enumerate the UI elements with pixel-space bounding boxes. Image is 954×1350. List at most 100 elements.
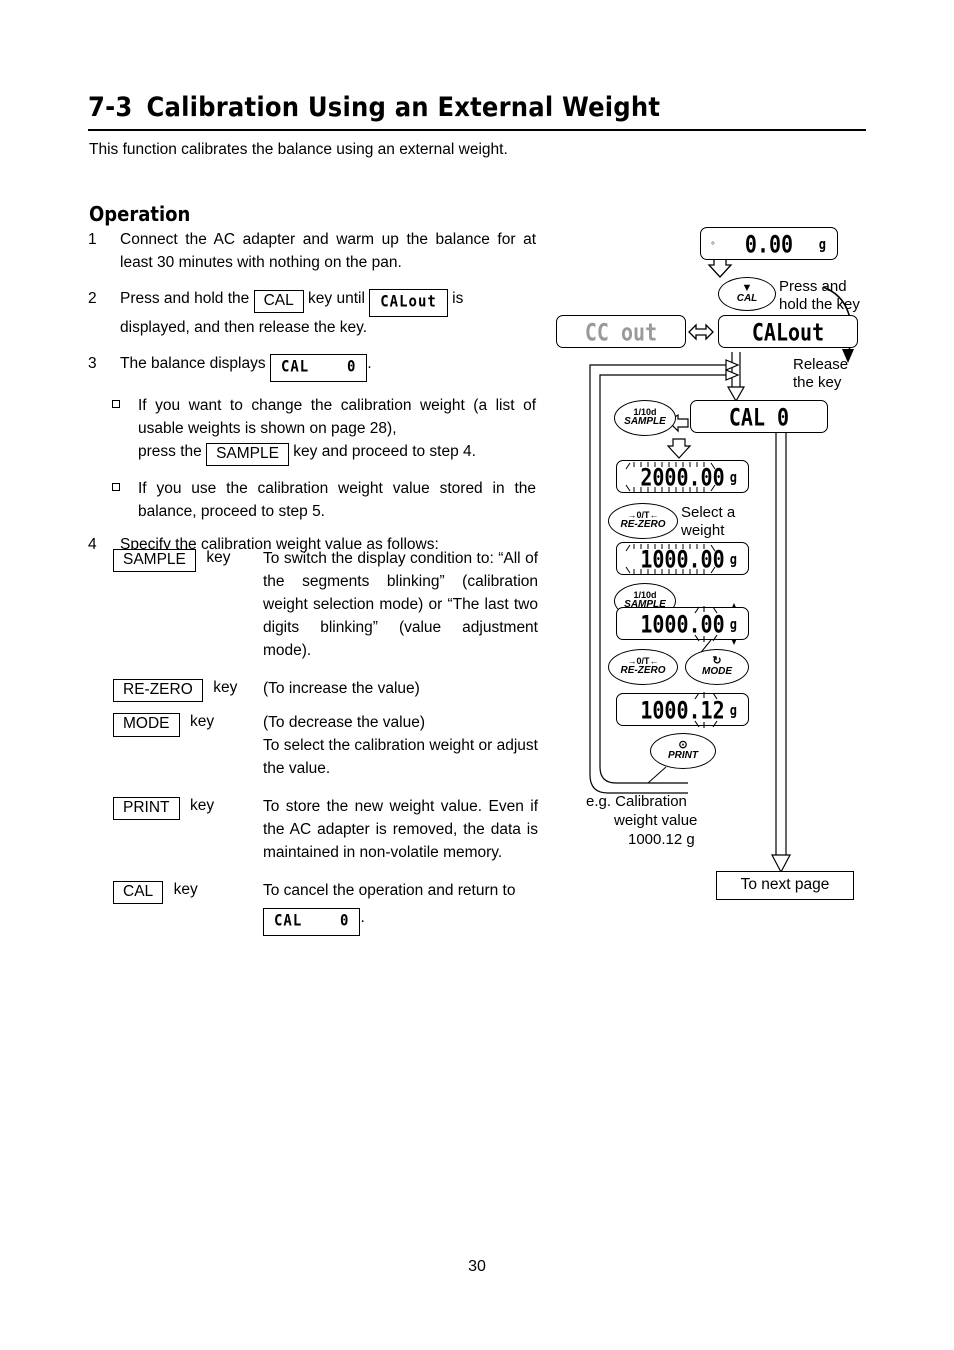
step-2-text-a: Press and hold the (120, 289, 250, 307)
diagram-key-cal-label: CAL (736, 293, 758, 305)
lcd-cal0-inline-2: CAL 0 (263, 907, 361, 936)
print-key[interactable]: PRINT (113, 796, 180, 821)
step-3-text-a: The balance displays (120, 354, 266, 372)
display-1000-last2-blink: 1000.00 g (616, 607, 749, 640)
calibration-flow-diagram: ◦ 0.00 g ▼ CAL Press and hold the key CC… (548, 215, 948, 915)
diagram-key-rezero-1[interactable]: →0/T← RE-ZERO (608, 503, 678, 539)
mode-key-desc2: To select the calibration weight or adju… (263, 737, 538, 778)
cal-key-suffix: key (173, 880, 198, 898)
step-1-number: 1 (88, 231, 97, 248)
diagram-key-sample-1-label: SAMPLE (624, 416, 666, 428)
diagram-caption: e.g. Calibration weight value 1000.12 g (586, 793, 786, 849)
caption-line-1: e.g. Calibration (586, 793, 687, 810)
display-2000: 2000.00 g (616, 460, 749, 493)
diagram-key-print[interactable]: ⊙ PRINT (650, 733, 716, 769)
display-1000-12: 1000.12 g (616, 693, 749, 726)
rezero-key-desc: (To increase the value) (263, 679, 420, 697)
note-press-hold: Press and hold the key (779, 278, 899, 315)
operation-steps: 1 Connect the AC adapter and warm up the… (88, 229, 536, 570)
step-2-text-d: displayed, and then release the key. (120, 318, 368, 336)
display-calout: CALout (718, 315, 858, 348)
diagram-key-mode[interactable]: ↻ MODE (685, 649, 749, 685)
display-cal-0-value: CAL 0 (728, 401, 790, 432)
step-2-text: Press and hold the CAL key until CALout … (120, 288, 536, 340)
display-cal-0: CAL 0 (690, 400, 828, 433)
display-calout-value: CALout (751, 316, 825, 347)
display-1000-all-unit: g (729, 550, 737, 567)
display-2000-unit: g (729, 468, 737, 485)
section-title: Calibration Using an External Weight (146, 92, 661, 123)
diagram-key-mode-label: MODE (702, 666, 732, 678)
key-row-mode: MODE key (To decrease the value) To sele… (113, 712, 538, 781)
diagram-key-rezero-2[interactable]: →0/T← RE-ZERO (608, 649, 678, 685)
manual-page: 7-3 Calibration Using an External Weight … (0, 0, 954, 1350)
caption-line-2: weight value (614, 811, 698, 829)
bullet-1-text-a: If you want to change the calibration we… (138, 396, 536, 437)
step-1: 1 Connect the AC adapter and warm up the… (88, 229, 536, 275)
display-1000-12-unit: g (729, 701, 737, 718)
mode-key-suffix: key (189, 713, 215, 731)
intro-paragraph: This function calibrates the balance usi… (89, 141, 508, 158)
display-1000-all-value: 1000.00 (640, 543, 725, 574)
step-2-text-c: is (452, 289, 464, 307)
key-row-cal: CAL key To cancel the operation and retu… (113, 880, 538, 936)
display-1000-all-blink: 1000.00 g (616, 542, 749, 575)
bullet-1-text-c: key and proceed to step 4. (293, 442, 476, 460)
sample-key-inline[interactable]: SAMPLE (206, 442, 289, 467)
sample-key[interactable]: SAMPLE (113, 549, 196, 573)
print-key-suffix: key (189, 796, 215, 814)
display-cc-out: CC out (556, 315, 686, 348)
cal-key-inline[interactable]: CAL (253, 289, 304, 314)
key-row-rezero: RE-ZERO key (To increase the value) (113, 678, 538, 703)
step-3-number: 3 (88, 354, 97, 372)
operation-heading: Operation (89, 202, 191, 226)
display-initial-value: 0.00 (744, 228, 794, 259)
step-2-text-b: key until (308, 289, 365, 307)
page-number: 30 (468, 1258, 486, 1275)
mode-key-desc: (To decrease the value) (263, 714, 425, 732)
display-initial-unit: g (818, 235, 826, 252)
mode-key[interactable]: MODE (113, 713, 180, 737)
print-key-desc: To store the new weight value. Even if t… (263, 797, 538, 861)
title-rule (88, 129, 866, 131)
rezero-key[interactable]: RE-ZERO (113, 678, 203, 703)
bullet-1-text-b: press the (138, 442, 202, 460)
bullet-1: If you want to change the calibration we… (88, 395, 536, 467)
cal-key[interactable]: CAL (113, 880, 164, 905)
note-press-hold-l1: Press and (779, 278, 847, 295)
diagram-key-sample-1[interactable]: 1/10d SAMPLE (614, 400, 676, 436)
bullet-square-icon (112, 478, 138, 524)
rezero-key-suffix: key (213, 678, 238, 696)
step-2: 2 Press and hold the CAL key until CALou… (88, 288, 536, 340)
diagram-key-rezero-2-label: RE-ZERO (620, 665, 666, 677)
step-3-period: . (367, 354, 372, 372)
step-3: 3 The balance displays CAL 0. (88, 353, 536, 382)
display-1000-12-value: 1000.12 (640, 694, 725, 725)
diagram-key-rezero-1-label: RE-ZERO (620, 519, 666, 531)
step-2-number: 2 (88, 289, 97, 307)
display-2000-value: 2000.00 (640, 461, 725, 492)
page-title: 7-3 Calibration Using an External Weight (88, 92, 868, 123)
lcd-calout-inline: CALout (369, 288, 448, 317)
bullet-2: If you use the calibration weight value … (88, 478, 536, 524)
bullet-2-text: If you use the calibration weight value … (138, 480, 536, 520)
note-release-l2: the key (793, 374, 842, 392)
note-select-l2: weight (681, 522, 725, 540)
key-description-table: SAMPLE key To switch the display conditi… (113, 548, 538, 951)
key-row-print: PRINT key To store the new weight value.… (113, 796, 538, 865)
caption-line-3: 1000.12 g (628, 830, 695, 848)
display-1000-last2-unit: g (729, 615, 737, 632)
note-release-key: Release the key (793, 356, 903, 393)
display-initial: ◦ 0.00 g (700, 227, 838, 260)
note-press-hold-l2: hold the key (779, 296, 860, 314)
display-cc-out-value: CC out (584, 316, 658, 347)
to-next-page-box[interactable]: To next page (716, 871, 854, 900)
note-select-weight: Select a weight (681, 504, 781, 541)
bullet-square-icon (112, 395, 138, 466)
note-release-l1: Release (793, 356, 849, 373)
step-3-bullets: If you want to change the calibration we… (88, 395, 536, 524)
lcd-cal0-inline: CAL 0 (269, 353, 368, 382)
cal-key-desc-tail: . (360, 908, 365, 926)
diagram-key-cal[interactable]: ▼ CAL (718, 277, 776, 311)
note-select-l1: Select a (681, 504, 736, 521)
